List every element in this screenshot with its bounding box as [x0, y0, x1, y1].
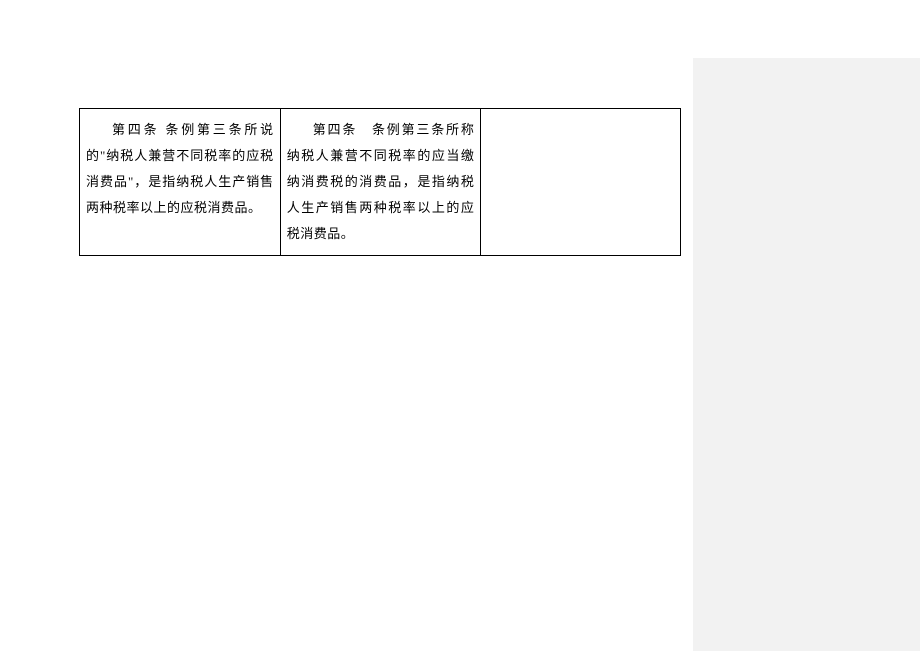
table-cell-middle: 第四条 条例第三条所称纳税人兼营不同税率的应当缴纳消费税的消费品，是指纳税人生产…	[280, 109, 481, 256]
cell-text-left: 第四条 条例第三条所说的"纳税人兼营不同税率的应税消费品"，是指纳税人生产销售两…	[86, 117, 274, 221]
comparison-table: 第四条 条例第三条所说的"纳税人兼营不同税率的应税消费品"，是指纳税人生产销售两…	[79, 108, 681, 256]
table-row: 第四条 条例第三条所说的"纳税人兼营不同税率的应税消费品"，是指纳税人生产销售两…	[80, 109, 681, 256]
table-cell-left: 第四条 条例第三条所说的"纳税人兼营不同税率的应税消费品"，是指纳税人生产销售两…	[80, 109, 281, 256]
table-cell-right	[481, 109, 681, 256]
document-page: 第四条 条例第三条所说的"纳税人兼营不同税率的应税消费品"，是指纳税人生产销售两…	[0, 0, 693, 651]
cell-text-middle: 第四条 条例第三条所称纳税人兼营不同税率的应当缴纳消费税的消费品，是指纳税人生产…	[287, 117, 475, 247]
side-panel	[693, 58, 920, 651]
